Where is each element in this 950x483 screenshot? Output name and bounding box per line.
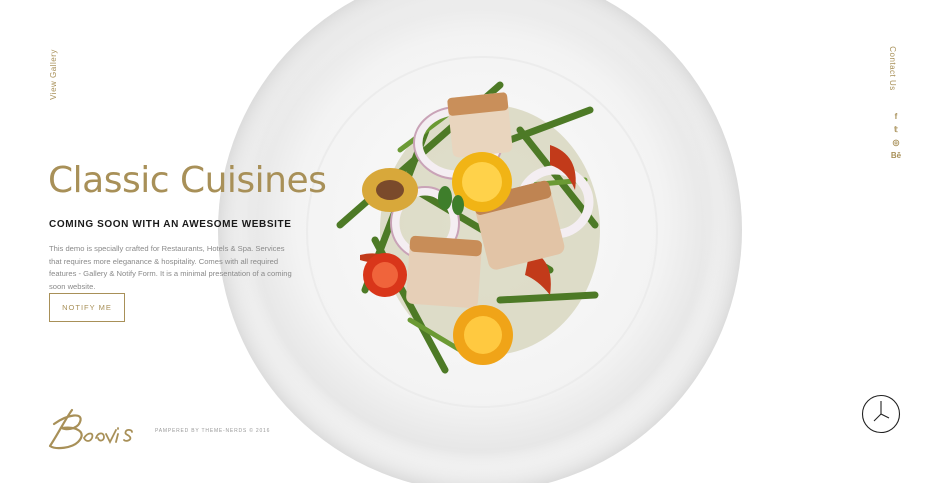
behance-icon[interactable]: Bē: [888, 149, 904, 162]
page-title: Classic Cuisines: [48, 160, 327, 201]
hero-subtitle: COMING SOON WITH AN AWESOME WEBSITE: [49, 219, 292, 230]
logo-signature: [48, 408, 133, 450]
credits-text: PAMPERED BY THEME-NERDS © 2016: [155, 428, 271, 434]
clock-icon: [861, 394, 901, 434]
page: View Gallery Contact Us f 𝕥 ◎ Bē Classic…: [0, 0, 950, 483]
social-links: f 𝕥 ◎ Bē: [888, 110, 904, 162]
view-gallery-link[interactable]: View Gallery: [49, 49, 58, 100]
twitter-icon[interactable]: 𝕥: [888, 123, 904, 136]
notify-me-button[interactable]: NOTIFY ME: [49, 293, 125, 322]
dribbble-icon[interactable]: ◎: [888, 136, 904, 149]
countdown-clock-button[interactable]: [861, 394, 901, 434]
dish-photo: [200, 0, 760, 483]
contact-us-link[interactable]: Contact Us: [888, 46, 897, 91]
facebook-icon[interactable]: f: [888, 110, 904, 123]
brand-logo[interactable]: [44, 404, 148, 454]
hero-description: This demo is specially crafted for Resta…: [49, 244, 292, 291]
plate-illustration: [218, 0, 742, 483]
